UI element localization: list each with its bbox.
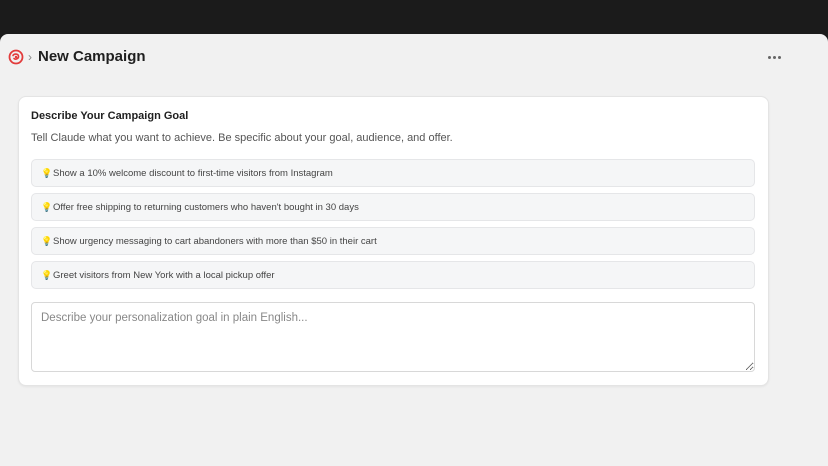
lightbulb-icon: 💡 [41, 269, 53, 280]
lightbulb-icon: 💡 [41, 201, 53, 212]
suggestion-chip[interactable]: 💡 Offer free shipping to returning custo… [31, 193, 755, 221]
suggestion-list: 💡 Show a 10% welcome discount to first-t… [31, 159, 755, 295]
suggestion-text: Show a 10% welcome discount to first-tim… [53, 167, 333, 179]
breadcrumb-separator: › [28, 50, 32, 64]
more-options-button[interactable] [760, 46, 788, 68]
page-title: New Campaign [38, 48, 146, 65]
card-title: Describe Your Campaign Goal [31, 110, 189, 122]
suggestion-text: Offer free shipping to returning custome… [53, 201, 359, 213]
suggestion-text: Show urgency messaging to cart abandoner… [53, 235, 377, 247]
lightbulb-icon: 💡 [41, 235, 53, 246]
app-window: › New Campaign Describe Your Campaign Go… [0, 34, 828, 466]
more-horizontal-icon [767, 55, 771, 59]
card-subtitle: Tell Claude what you want to achieve. Be… [31, 132, 453, 144]
campaign-goal-input[interactable] [31, 302, 755, 372]
suggestion-chip[interactable]: 💡 Show urgency messaging to cart abandon… [31, 227, 755, 255]
suggestion-chip[interactable]: 💡 Show a 10% welcome discount to first-t… [31, 159, 755, 187]
campaign-goal-card: Describe Your Campaign Goal Tell Claude … [18, 96, 769, 386]
window-titlebar [0, 0, 828, 34]
lightbulb-icon: 💡 [41, 167, 53, 178]
suggestion-chip[interactable]: 💡 Greet visitors from New York with a lo… [31, 261, 755, 289]
brand-logo-icon[interactable] [8, 49, 24, 65]
page-header: › New Campaign [0, 34, 828, 80]
suggestion-text: Greet visitors from New York with a loca… [53, 269, 275, 281]
